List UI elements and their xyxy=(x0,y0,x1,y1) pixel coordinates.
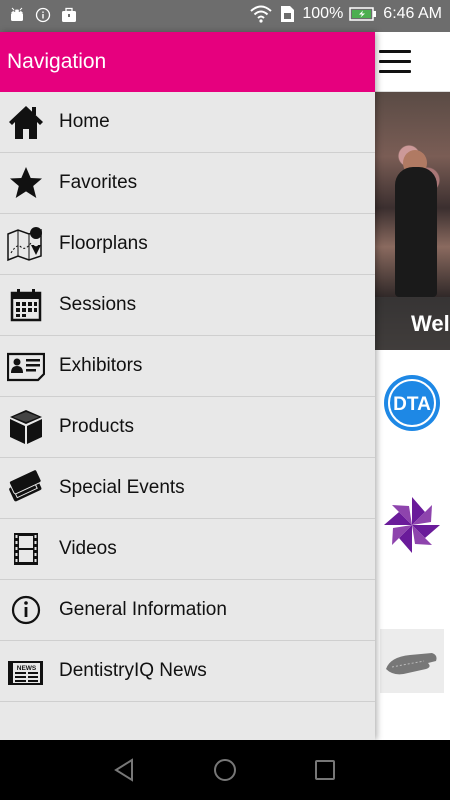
home-icon xyxy=(9,106,43,139)
hero-image[interactable]: Wel xyxy=(375,92,450,350)
clock: 6:46 AM xyxy=(383,5,442,22)
recents-icon[interactable] xyxy=(312,757,338,783)
info-circle-icon xyxy=(11,595,41,625)
map-icon xyxy=(7,227,43,262)
nav-item-dentistryiq-news[interactable]: NEWS DentistryIQ News xyxy=(0,641,375,702)
nav-item-floorplans[interactable]: Floorplans xyxy=(0,214,375,275)
nav-item-products[interactable]: Products xyxy=(0,397,375,458)
box-icon xyxy=(10,410,42,444)
sim-icon xyxy=(281,6,295,22)
film-icon xyxy=(14,533,38,565)
svg-text:NEWS: NEWS xyxy=(17,665,37,672)
nav-item-home[interactable]: Home xyxy=(0,92,375,153)
hero-caption: Wel xyxy=(375,297,450,350)
wifi-icon xyxy=(250,5,273,23)
nav-item-label: Exhibitors xyxy=(59,355,143,376)
nav-item-label: Home xyxy=(59,111,110,132)
star-icon xyxy=(10,167,42,198)
newspaper-icon: NEWS xyxy=(8,661,43,685)
app-toolbar xyxy=(375,32,450,92)
nav-item-label: DentistryIQ News xyxy=(59,660,207,681)
nav-item-label: Sessions xyxy=(59,294,137,315)
glove-image[interactable] xyxy=(380,629,444,693)
dta-logo[interactable]: DTA xyxy=(381,372,443,434)
system-navigation-bar xyxy=(0,740,450,800)
nav-item-label: Products xyxy=(59,416,134,437)
calendar-icon xyxy=(10,289,42,322)
svg-text:DTA: DTA xyxy=(393,394,431,415)
hamburger-menu-icon[interactable] xyxy=(379,50,411,74)
nav-item-label: Special Events xyxy=(59,477,185,498)
nav-item-exhibitors[interactable]: Exhibitors xyxy=(0,336,375,397)
nav-list: Home Favorites Floorplans Sessions Exhib… xyxy=(0,92,375,702)
back-icon[interactable] xyxy=(112,757,138,783)
drawer-header: Navigation xyxy=(0,32,375,92)
background-app-content: Wel DTA xyxy=(375,32,450,740)
tickets-icon xyxy=(8,469,42,502)
drawer-title: Navigation xyxy=(7,50,107,73)
pinwheel-logo[interactable] xyxy=(381,494,443,556)
id-card-icon xyxy=(7,352,45,382)
nav-item-label: General Information xyxy=(59,599,227,620)
nav-item-label: Favorites xyxy=(59,172,138,193)
nav-item-label: Videos xyxy=(59,538,117,559)
battery-icon xyxy=(349,7,377,21)
home-circle-icon[interactable] xyxy=(212,757,238,783)
nav-item-videos[interactable]: Videos xyxy=(0,519,375,580)
android-icon xyxy=(11,7,23,21)
navigation-drawer: Navigation Home Favorites Floorplans Ses… xyxy=(0,32,375,740)
nav-item-favorites[interactable]: Favorites xyxy=(0,153,375,214)
nav-item-special-events[interactable]: Special Events xyxy=(0,458,375,519)
nav-item-general-information[interactable]: General Information xyxy=(0,580,375,641)
nav-item-sessions[interactable]: Sessions xyxy=(0,275,375,336)
battery-percent: 100% xyxy=(302,5,344,22)
nav-item-label: Floorplans xyxy=(59,233,148,254)
status-bar: 100% 6:46 AM xyxy=(0,0,450,32)
info-icon xyxy=(35,7,51,23)
briefcase-icon xyxy=(62,7,76,22)
